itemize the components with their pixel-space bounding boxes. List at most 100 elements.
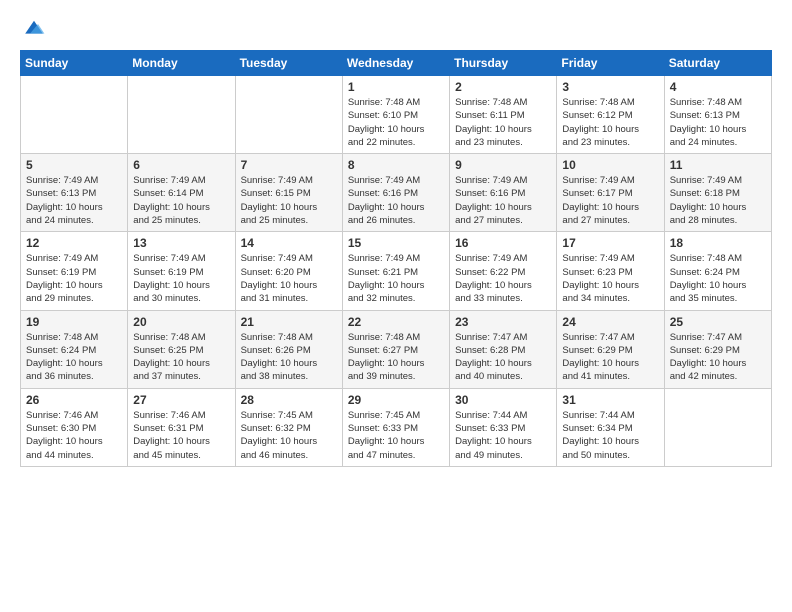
calendar-cell: [664, 388, 771, 466]
day-info: Sunrise: 7:45 AM Sunset: 6:33 PM Dayligh…: [348, 409, 444, 462]
calendar-cell: 1 Sunrise: 7:48 AM Sunset: 6:10 PM Daylig…: [342, 76, 449, 154]
calendar-week-row: 19 Sunrise: 7:48 AM Sunset: 6:24 PM Dayli…: [21, 310, 772, 388]
calendar-cell: 27 Sunrise: 7:46 AM Sunset: 6:31 PM Dayli…: [128, 388, 235, 466]
day-number: 14: [241, 236, 337, 250]
day-number: 2: [455, 80, 551, 94]
day-number: 24: [562, 315, 658, 329]
day-info: Sunrise: 7:48 AM Sunset: 6:10 PM Dayligh…: [348, 96, 444, 149]
day-number: 16: [455, 236, 551, 250]
day-info: Sunrise: 7:44 AM Sunset: 6:33 PM Dayligh…: [455, 409, 551, 462]
weekday-header-tuesday: Tuesday: [235, 51, 342, 76]
day-number: 25: [670, 315, 766, 329]
day-info: Sunrise: 7:47 AM Sunset: 6:28 PM Dayligh…: [455, 331, 551, 384]
calendar-cell: 3Sunrise: 7:48 AM Sunset: 6:12 PM Daylig…: [557, 76, 664, 154]
weekday-header-thursday: Thursday: [450, 51, 557, 76]
day-number: 31: [562, 393, 658, 407]
day-number: 21: [241, 315, 337, 329]
day-info: Sunrise: 7:49 AM Sunset: 6:16 PM Dayligh…: [455, 174, 551, 227]
day-number: 30: [455, 393, 551, 407]
day-number: 1: [348, 80, 444, 94]
calendar-cell: 2 Sunrise: 7:48 AM Sunset: 6:11 PM Daylig…: [450, 76, 557, 154]
calendar-cell: 20Sunrise: 7:48 AM Sunset: 6:25 PM Dayli…: [128, 310, 235, 388]
calendar-cell: 7 Sunrise: 7:49 AM Sunset: 6:15 PM Daylig…: [235, 154, 342, 232]
calendar-cell: [128, 76, 235, 154]
day-info: Sunrise: 7:48 AM Sunset: 6:24 PM Dayligh…: [26, 331, 122, 384]
calendar-cell: 23Sunrise: 7:47 AM Sunset: 6:28 PM Dayli…: [450, 310, 557, 388]
day-number: 8: [348, 158, 444, 172]
calendar-cell: 21 Sunrise: 7:48 AM Sunset: 6:26 PM Dayli…: [235, 310, 342, 388]
logo-icon: [22, 16, 46, 40]
calendar-cell: 26Sunrise: 7:46 AM Sunset: 6:30 PM Dayli…: [21, 388, 128, 466]
day-number: 12: [26, 236, 122, 250]
calendar-cell: 29Sunrise: 7:45 AM Sunset: 6:33 PM Dayli…: [342, 388, 449, 466]
calendar-cell: [21, 76, 128, 154]
day-info: Sunrise: 7:48 AM Sunset: 6:24 PM Dayligh…: [670, 252, 766, 305]
day-info: Sunrise: 7:47 AM Sunset: 6:29 PM Dayligh…: [562, 331, 658, 384]
calendar-week-row: 5 Sunrise: 7:49 AM Sunset: 6:13 PM Daylig…: [21, 154, 772, 232]
calendar-cell: 12 Sunrise: 7:49 AM Sunset: 6:19 PM Dayli…: [21, 232, 128, 310]
day-number: 11: [670, 158, 766, 172]
day-number: 15: [348, 236, 444, 250]
day-number: 22: [348, 315, 444, 329]
day-info: Sunrise: 7:44 AM Sunset: 6:34 PM Dayligh…: [562, 409, 658, 462]
calendar-cell: 15 Sunrise: 7:49 AM Sunset: 6:21 PM Dayli…: [342, 232, 449, 310]
calendar-cell: 25Sunrise: 7:47 AM Sunset: 6:29 PM Dayli…: [664, 310, 771, 388]
day-number: 27: [133, 393, 229, 407]
day-info: Sunrise: 7:49 AM Sunset: 6:19 PM Dayligh…: [26, 252, 122, 305]
calendar-cell: 17Sunrise: 7:49 AM Sunset: 6:23 PM Dayli…: [557, 232, 664, 310]
logo: [20, 16, 46, 40]
day-number: 5: [26, 158, 122, 172]
calendar-cell: 13 Sunrise: 7:49 AM Sunset: 6:19 PM Dayli…: [128, 232, 235, 310]
calendar-cell: 28 Sunrise: 7:45 AM Sunset: 6:32 PM Dayli…: [235, 388, 342, 466]
calendar-cell: 8 Sunrise: 7:49 AM Sunset: 6:16 PM Daylig…: [342, 154, 449, 232]
day-number: 18: [670, 236, 766, 250]
calendar-cell: 4Sunrise: 7:48 AM Sunset: 6:13 PM Daylig…: [664, 76, 771, 154]
page: SundayMondayTuesdayWednesdayThursdayFrid…: [0, 0, 792, 612]
day-info: Sunrise: 7:49 AM Sunset: 6:18 PM Dayligh…: [670, 174, 766, 227]
calendar-week-row: 26Sunrise: 7:46 AM Sunset: 6:30 PM Dayli…: [21, 388, 772, 466]
day-info: Sunrise: 7:49 AM Sunset: 6:20 PM Dayligh…: [241, 252, 337, 305]
weekday-header-saturday: Saturday: [664, 51, 771, 76]
day-info: Sunrise: 7:49 AM Sunset: 6:22 PM Dayligh…: [455, 252, 551, 305]
day-info: Sunrise: 7:45 AM Sunset: 6:32 PM Dayligh…: [241, 409, 337, 462]
day-info: Sunrise: 7:49 AM Sunset: 6:21 PM Dayligh…: [348, 252, 444, 305]
day-number: 20: [133, 315, 229, 329]
weekday-header-sunday: Sunday: [21, 51, 128, 76]
calendar-cell: 22 Sunrise: 7:48 AM Sunset: 6:27 PM Dayli…: [342, 310, 449, 388]
calendar-cell: 5 Sunrise: 7:49 AM Sunset: 6:13 PM Daylig…: [21, 154, 128, 232]
header: [20, 16, 772, 40]
day-number: 10: [562, 158, 658, 172]
weekday-header-monday: Monday: [128, 51, 235, 76]
day-info: Sunrise: 7:49 AM Sunset: 6:13 PM Dayligh…: [26, 174, 122, 227]
day-info: Sunrise: 7:49 AM Sunset: 6:16 PM Dayligh…: [348, 174, 444, 227]
day-number: 19: [26, 315, 122, 329]
day-info: Sunrise: 7:49 AM Sunset: 6:19 PM Dayligh…: [133, 252, 229, 305]
day-number: 13: [133, 236, 229, 250]
day-number: 17: [562, 236, 658, 250]
calendar-cell: 9Sunrise: 7:49 AM Sunset: 6:16 PM Daylig…: [450, 154, 557, 232]
day-number: 6: [133, 158, 229, 172]
calendar-cell: 16 Sunrise: 7:49 AM Sunset: 6:22 PM Dayli…: [450, 232, 557, 310]
calendar-cell: 10Sunrise: 7:49 AM Sunset: 6:17 PM Dayli…: [557, 154, 664, 232]
calendar-cell: 18 Sunrise: 7:48 AM Sunset: 6:24 PM Dayli…: [664, 232, 771, 310]
day-number: 28: [241, 393, 337, 407]
calendar-cell: 24 Sunrise: 7:47 AM Sunset: 6:29 PM Dayli…: [557, 310, 664, 388]
day-info: Sunrise: 7:48 AM Sunset: 6:26 PM Dayligh…: [241, 331, 337, 384]
calendar-cell: 30 Sunrise: 7:44 AM Sunset: 6:33 PM Dayli…: [450, 388, 557, 466]
calendar-week-row: 12 Sunrise: 7:49 AM Sunset: 6:19 PM Dayli…: [21, 232, 772, 310]
day-info: Sunrise: 7:48 AM Sunset: 6:27 PM Dayligh…: [348, 331, 444, 384]
day-info: Sunrise: 7:48 AM Sunset: 6:12 PM Dayligh…: [562, 96, 658, 149]
calendar-cell: 6Sunrise: 7:49 AM Sunset: 6:14 PM Daylig…: [128, 154, 235, 232]
calendar-week-row: 1 Sunrise: 7:48 AM Sunset: 6:10 PM Daylig…: [21, 76, 772, 154]
day-info: Sunrise: 7:46 AM Sunset: 6:31 PM Dayligh…: [133, 409, 229, 462]
calendar-cell: [235, 76, 342, 154]
calendar-cell: 11 Sunrise: 7:49 AM Sunset: 6:18 PM Dayli…: [664, 154, 771, 232]
calendar-table: SundayMondayTuesdayWednesdayThursdayFrid…: [20, 50, 772, 467]
day-info: Sunrise: 7:48 AM Sunset: 6:11 PM Dayligh…: [455, 96, 551, 149]
day-number: 7: [241, 158, 337, 172]
calendar-header-row: SundayMondayTuesdayWednesdayThursdayFrid…: [21, 51, 772, 76]
weekday-header-wednesday: Wednesday: [342, 51, 449, 76]
day-info: Sunrise: 7:48 AM Sunset: 6:13 PM Dayligh…: [670, 96, 766, 149]
calendar-cell: 19 Sunrise: 7:48 AM Sunset: 6:24 PM Dayli…: [21, 310, 128, 388]
day-info: Sunrise: 7:49 AM Sunset: 6:15 PM Dayligh…: [241, 174, 337, 227]
